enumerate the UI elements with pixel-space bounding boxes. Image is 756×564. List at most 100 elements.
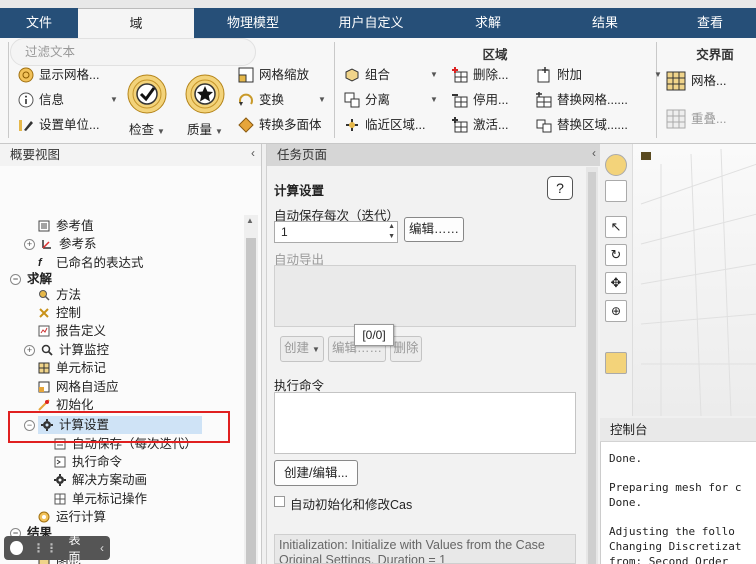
mesh-scale-button[interactable]: 网格缩放 bbox=[238, 64, 309, 86]
tree-item-monitors[interactable]: + 计算监控 bbox=[24, 341, 109, 359]
activate-label: 激活... bbox=[473, 118, 509, 132]
scale-icon bbox=[238, 67, 254, 83]
auto-init-checkbox[interactable] bbox=[274, 496, 285, 507]
display-mesh-button[interactable]: 显示网格... bbox=[18, 64, 99, 86]
info-button[interactable]: 信息 ▼ bbox=[18, 89, 118, 111]
transform-button[interactable]: 变换 ▼ bbox=[238, 89, 326, 111]
view-box-icon[interactable] bbox=[605, 180, 627, 202]
tree-item-execute-commands[interactable]: 执行命令 bbox=[54, 453, 122, 471]
tab-view[interactable]: 查看 bbox=[664, 8, 756, 38]
viewport-logo-icon bbox=[641, 152, 651, 160]
overlap-icon bbox=[666, 109, 686, 129]
replace-mesh-button[interactable]: 替换网格...... bbox=[536, 89, 628, 111]
auto-export-list[interactable] bbox=[274, 265, 576, 327]
avatar-icon[interactable] bbox=[10, 541, 23, 555]
set-units-button[interactable]: 设置单位... bbox=[18, 114, 99, 136]
tab-results[interactable]: 结果 bbox=[546, 8, 664, 38]
task-scrollbar-thumb[interactable] bbox=[588, 172, 596, 564]
tree-item-report-definitions[interactable]: 报告定义 bbox=[38, 322, 106, 340]
tree-item-reference-frames[interactable]: + 参考系 bbox=[24, 235, 97, 253]
interfaces-group-title: 交界面 bbox=[696, 48, 734, 62]
replace-zone-button[interactable]: 替换区域...... bbox=[536, 114, 628, 136]
combine-button[interactable]: 组合 ▼ bbox=[344, 64, 438, 86]
autosave-iterations-stepper[interactable]: 1 ▲ ▼ bbox=[274, 221, 398, 243]
tree-item-cell-register-operations[interactable]: 单元标记操作 bbox=[54, 490, 147, 508]
expand-icon[interactable]: + bbox=[24, 238, 35, 250]
tree-item-solution-animations[interactable]: 解决方案动画 bbox=[54, 471, 147, 489]
view-fit-icon[interactable] bbox=[605, 154, 627, 176]
tab-solution[interactable]: 求解 bbox=[430, 8, 546, 38]
info-icon bbox=[18, 92, 34, 108]
tab-user-defined[interactable]: 用户自定义 bbox=[312, 8, 430, 38]
console-line: Done. bbox=[609, 452, 643, 465]
deactivate-button[interactable]: 停用... bbox=[452, 89, 508, 111]
quality-dropdown-icon[interactable]: ▼ bbox=[215, 127, 223, 136]
delete-export-button[interactable]: 删除 bbox=[390, 336, 422, 362]
stepper-up-icon[interactable]: ▲ bbox=[388, 222, 395, 232]
polyhedra-button[interactable]: 转换多面体 bbox=[238, 114, 322, 136]
append-dropdown-icon[interactable]: ▼ bbox=[654, 64, 662, 86]
outline-title: 概要视图 bbox=[0, 144, 261, 166]
tab-file[interactable]: 文件 bbox=[0, 8, 78, 38]
tree-item-reference-values[interactable]: 参考值 bbox=[38, 217, 94, 235]
set-units-label: 设置单位... bbox=[39, 118, 100, 132]
outline-scrollbar-thumb[interactable] bbox=[246, 238, 256, 564]
tree-label: 计算监控 bbox=[59, 343, 110, 357]
adjacency-button[interactable]: 临近区域... bbox=[344, 114, 425, 136]
activate-button[interactable]: 激活... bbox=[452, 114, 508, 136]
flag-icon[interactable] bbox=[605, 352, 627, 374]
tree-label: 已命名的表达式 bbox=[56, 256, 144, 270]
select-arrow-icon[interactable]: ↖ bbox=[605, 216, 627, 238]
append-button[interactable]: 附加 ▼ bbox=[536, 64, 662, 86]
scroll-up-icon[interactable]: ▲ bbox=[246, 216, 254, 225]
execute-commands-list[interactable] bbox=[274, 392, 576, 454]
stepper-down-icon[interactable]: ▼ bbox=[388, 232, 395, 242]
tree-item-mesh-adaption[interactable]: 网格自适应 bbox=[38, 378, 119, 396]
transform-dropdown-icon[interactable]: ▼ bbox=[318, 89, 326, 111]
zones-group-title: 区域 bbox=[482, 48, 508, 62]
tree-item-methods[interactable]: 方法 bbox=[38, 286, 81, 304]
zoom-icon[interactable]: ⊕ bbox=[605, 300, 627, 322]
create-export-button[interactable]: 创建 ▼ bbox=[280, 336, 324, 362]
activate-icon bbox=[452, 117, 468, 133]
create-edit-commands-button[interactable]: 创建/编辑... bbox=[274, 460, 358, 486]
info-dropdown-icon[interactable]: ▼ bbox=[110, 89, 118, 111]
tab-domain[interactable]: 域 bbox=[78, 8, 194, 38]
create-dropdown-icon[interactable]: ▼ bbox=[312, 345, 320, 354]
title-strip bbox=[0, 0, 756, 8]
cell-register-op-icon bbox=[54, 493, 66, 505]
info-line-1: Initialization: Initialize with Values f… bbox=[279, 538, 545, 552]
edit-autosave-button[interactable]: 编辑…… bbox=[404, 217, 464, 242]
more-icon[interactable]: ⋮⋮ bbox=[33, 541, 59, 555]
help-icon[interactable]: ? bbox=[547, 176, 573, 200]
filter-text-input[interactable]: 过滤文本 bbox=[10, 38, 256, 66]
expand-icon[interactable]: + bbox=[24, 344, 35, 356]
auto-init-label: 自动初始化和修改Cas bbox=[290, 498, 413, 512]
initialization-info-box: Initialization: Initialize with Values f… bbox=[274, 534, 576, 564]
replace-zone-icon bbox=[536, 119, 552, 133]
execute-commands-icon bbox=[54, 456, 66, 468]
collapse-panel-icon[interactable]: ‹ bbox=[251, 146, 255, 160]
deactivate-label: 停用... bbox=[473, 93, 509, 107]
collapse-task-icon[interactable]: ‹ bbox=[592, 146, 596, 160]
tree-item-named-expressions[interactable]: f 已命名的表达式 bbox=[38, 254, 144, 272]
tab-physics[interactable]: 物理模型 bbox=[194, 8, 312, 38]
tree-item-cell-registers[interactable]: 单元标记 bbox=[38, 359, 106, 377]
quality-button[interactable]: 质量 ▼ bbox=[180, 74, 230, 138]
create-export-label: 创建 bbox=[284, 341, 310, 355]
separate-button[interactable]: 分离 ▼ bbox=[344, 89, 438, 111]
overlap-button[interactable]: 重叠... bbox=[666, 108, 726, 130]
delete-zone-button[interactable]: 删除... bbox=[452, 64, 508, 86]
collapse-icon[interactable]: − bbox=[10, 273, 21, 285]
check-button[interactable]: 检查 ▼ bbox=[122, 74, 172, 138]
separate-dropdown-icon[interactable]: ▼ bbox=[430, 89, 438, 111]
info-label: 信息 bbox=[39, 93, 65, 107]
delete-grid-icon bbox=[452, 67, 468, 83]
pan-icon[interactable]: ✥ bbox=[605, 272, 627, 294]
chevron-left-icon[interactable]: ‹ bbox=[100, 541, 104, 555]
rotate-icon[interactable]: ↻ bbox=[605, 244, 627, 266]
tree-item-controls[interactable]: 控制 bbox=[38, 304, 81, 322]
combine-dropdown-icon[interactable]: ▼ bbox=[430, 64, 438, 86]
interface-mesh-button[interactable]: 网格... bbox=[666, 70, 726, 92]
check-dropdown-icon[interactable]: ▼ bbox=[157, 127, 165, 136]
